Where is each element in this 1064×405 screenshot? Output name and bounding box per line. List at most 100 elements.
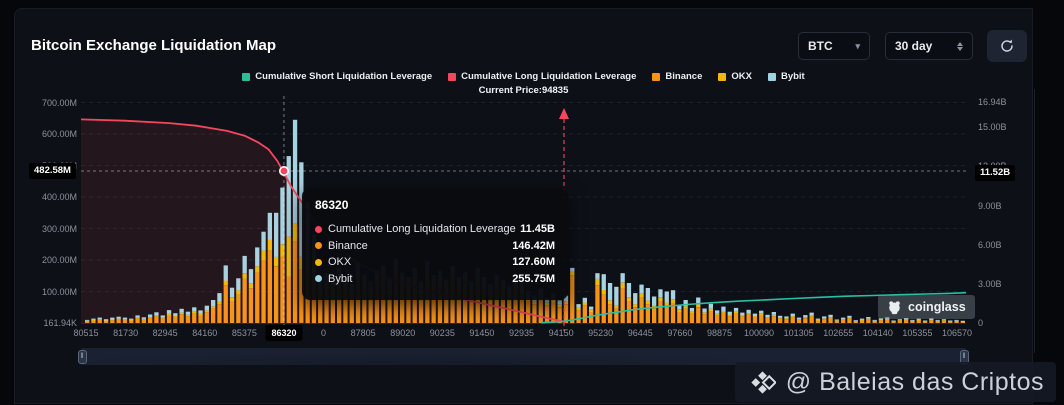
bar-segment xyxy=(142,320,146,324)
bar-segment xyxy=(104,319,108,320)
tooltip-series-value: 127.60M xyxy=(512,256,555,268)
bar-segment xyxy=(198,314,202,316)
bar-segment xyxy=(129,321,133,324)
bar-segment xyxy=(696,307,700,323)
bar-segment xyxy=(173,313,177,316)
bar-segment xyxy=(866,319,870,320)
bar-segment xyxy=(570,271,574,276)
bar-segment xyxy=(602,290,606,295)
bar-segment xyxy=(161,319,165,323)
bar-segment xyxy=(85,320,89,321)
footer-watermark-text: @ Baleias das Criptos xyxy=(786,368,1044,397)
bar-segment xyxy=(854,320,858,321)
bar-segment xyxy=(268,240,272,251)
bar-segment xyxy=(91,320,95,321)
bar-segment xyxy=(860,320,864,321)
bar-segment xyxy=(261,232,265,251)
bar-segment xyxy=(583,303,587,306)
bar-segment xyxy=(135,318,139,319)
bar-segment xyxy=(117,317,121,319)
bar-segment xyxy=(696,304,700,307)
footer-watermark: @ Baleias das Criptos xyxy=(735,362,1056,402)
bar-segment xyxy=(123,319,127,320)
bar-segment xyxy=(589,307,593,310)
bar-segment xyxy=(595,285,599,323)
bar-segment xyxy=(205,306,209,311)
bar-segment xyxy=(646,288,650,301)
bar-segment xyxy=(942,321,946,323)
coinglass-bear-icon xyxy=(887,300,902,315)
bar-segment xyxy=(532,304,536,323)
bar-segment xyxy=(558,300,562,304)
bar-segment xyxy=(633,304,637,307)
bar-segment xyxy=(545,303,549,306)
bar-segment xyxy=(816,319,820,320)
bar-segment xyxy=(198,315,202,323)
bar-segment xyxy=(595,273,599,279)
bar-segment xyxy=(287,237,291,277)
bar-segment xyxy=(860,321,864,324)
bar-segment xyxy=(954,320,958,321)
y-axis-highlight: 482.58M xyxy=(29,163,76,179)
bar-segment xyxy=(847,316,851,318)
bar-segment xyxy=(211,306,215,309)
bar-segment xyxy=(810,317,814,323)
bar-segment xyxy=(639,293,643,297)
bar-segment xyxy=(129,319,133,320)
binance-diamond-icon xyxy=(749,369,776,396)
bar-segment xyxy=(728,316,732,323)
bar-segment xyxy=(135,315,139,317)
bar-segment xyxy=(658,297,662,301)
bar-segment xyxy=(91,319,95,320)
y-axis-highlight: 11.52B xyxy=(975,165,1015,181)
tooltip-series-dot xyxy=(315,275,322,282)
bar-segment xyxy=(841,318,845,320)
bar-segment xyxy=(224,281,228,286)
bar-segment xyxy=(929,320,933,323)
bar-segment xyxy=(665,303,669,306)
bar-segment xyxy=(929,320,933,321)
bar-segment xyxy=(702,314,706,323)
bar-segment xyxy=(772,316,776,323)
tooltip-series-value: 11.45B xyxy=(520,223,555,235)
bar-segment xyxy=(797,319,801,320)
bar-segment xyxy=(816,321,820,324)
bar-segment xyxy=(822,316,826,318)
bar-segment xyxy=(753,317,757,323)
bar-segment xyxy=(690,314,694,323)
bar-segment xyxy=(224,285,228,323)
bar-segment xyxy=(350,296,354,323)
bar-segment xyxy=(135,319,139,323)
bar-segment xyxy=(249,288,253,323)
bar-segment xyxy=(879,320,883,321)
bar-segment xyxy=(728,312,732,315)
bar-segment xyxy=(923,321,927,322)
bar-segment xyxy=(866,317,870,319)
bar-segment xyxy=(898,321,902,323)
tooltip-rows: Cumulative Long Liquidation Leverage11.4… xyxy=(315,221,555,287)
bar-segment xyxy=(167,310,171,314)
bar-segment xyxy=(148,317,152,318)
bar-segment xyxy=(627,297,631,301)
bar-segment xyxy=(740,313,744,316)
bar-segment xyxy=(268,251,272,324)
bar-segment xyxy=(734,314,738,323)
tooltip-series-name: OKX xyxy=(328,256,351,268)
bar-segment xyxy=(747,310,751,314)
bar-segment xyxy=(167,315,171,323)
bar-segment xyxy=(803,315,807,317)
bar-segment xyxy=(671,290,675,299)
bar-segment xyxy=(658,301,662,323)
bar-segment xyxy=(293,120,297,224)
tooltip-series-dot xyxy=(315,242,322,249)
bar-segment xyxy=(828,317,832,318)
bar-segment xyxy=(627,283,631,297)
bar-segment xyxy=(652,297,656,306)
bar-segment xyxy=(784,316,788,318)
bar-segment xyxy=(217,304,221,323)
bar-segment xyxy=(702,312,706,314)
bar-segment xyxy=(690,308,694,312)
bar-segment xyxy=(230,297,234,301)
bar-segment xyxy=(639,298,643,323)
bar-segment xyxy=(690,312,694,314)
